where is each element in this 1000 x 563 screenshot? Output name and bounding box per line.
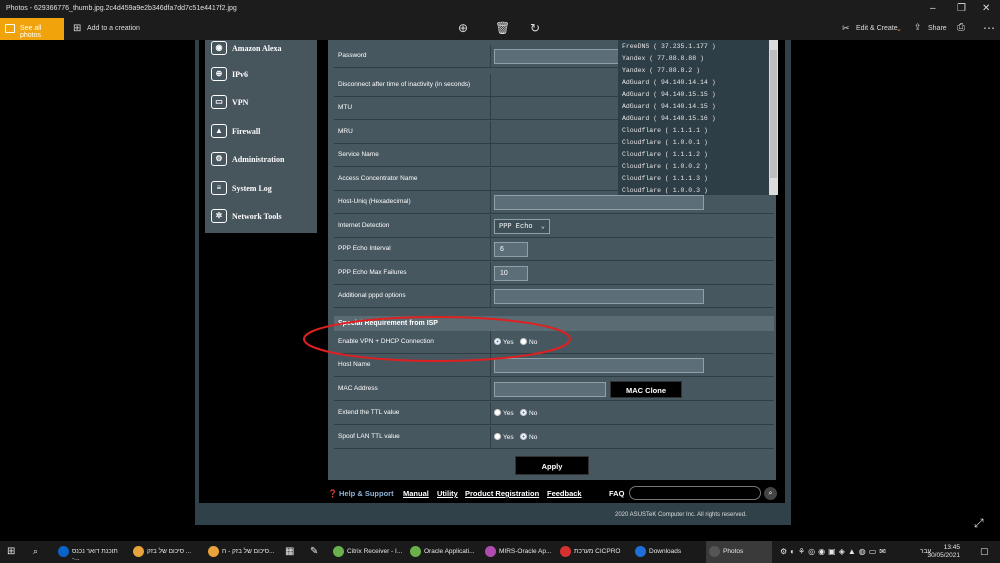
taskbar-item-label: Downloads bbox=[649, 548, 682, 555]
red-annotation bbox=[303, 316, 571, 362]
app-icon bbox=[485, 546, 496, 557]
app-icon bbox=[58, 546, 69, 557]
taskbar-item[interactable]: Photos bbox=[706, 541, 772, 563]
taskbar-item[interactable]: MIRS-Oracle Ap... bbox=[482, 541, 554, 563]
taskbar-item-label: Photos bbox=[723, 548, 744, 555]
taskbar-item[interactable]: Downloads bbox=[632, 541, 704, 563]
clock[interactable]: 13:45 30/05/2021 bbox=[927, 544, 960, 560]
taskbar-item-label: מערכת CICPRO bbox=[574, 548, 621, 555]
search-icon[interactable]: ⌕ bbox=[33, 546, 38, 557]
windows-start-icon[interactable]: ⊞ bbox=[7, 546, 15, 557]
taskbar-item[interactable]: תוכנת דואר נכנס -... bbox=[55, 541, 127, 563]
taskbar-item-label: Citrix Receiver - I... bbox=[347, 548, 403, 555]
app-icon bbox=[410, 546, 421, 557]
photos-app: Photos - 629366776_thumb.jpg.2c4d459a9e2… bbox=[0, 0, 1000, 563]
windows-taskbar: ⊞ ⌕ תוכנת דואר נכנס -... סיכום של בזק ...… bbox=[0, 541, 1000, 563]
taskbar-item-label: Oracle Applicati... bbox=[424, 548, 475, 555]
taskbar-item-label: סיכום של בזק - ח... bbox=[222, 548, 275, 555]
taskbar-item[interactable]: מערכת CICPRO bbox=[557, 541, 629, 563]
taskbar-item-label: MIRS-Oracle Ap... bbox=[499, 548, 552, 555]
taskbar-item-label: סיכום של בזק ... bbox=[147, 548, 192, 555]
app-icon[interactable]: ✎ bbox=[310, 546, 318, 557]
calculator-icon[interactable]: ▦ bbox=[285, 546, 294, 557]
app-icon bbox=[709, 546, 720, 557]
app-icon bbox=[208, 546, 219, 557]
app-icon bbox=[560, 546, 571, 557]
taskbar-item[interactable]: סיכום של בזק ... bbox=[130, 541, 202, 563]
taskbar-item[interactable]: Oracle Applicati... bbox=[407, 541, 479, 563]
taskbar-item[interactable]: Citrix Receiver - I... bbox=[330, 541, 404, 563]
app-icon bbox=[133, 546, 144, 557]
app-icon bbox=[333, 546, 344, 557]
app-icon bbox=[635, 546, 646, 557]
tray-icons[interactable]: ⚙◐⚘◎◉▣◈▲◍▭✉ bbox=[780, 547, 889, 556]
taskbar-item-label: תוכנת דואר נכנס -... bbox=[72, 548, 118, 562]
red-ellipse-annotation bbox=[303, 316, 571, 362]
fullscreen-icon[interactable]: ⤢ bbox=[974, 516, 984, 531]
taskbar-item[interactable]: סיכום של בזק - ח... bbox=[205, 541, 279, 563]
notification-icon[interactable]: ▢ bbox=[980, 546, 989, 557]
